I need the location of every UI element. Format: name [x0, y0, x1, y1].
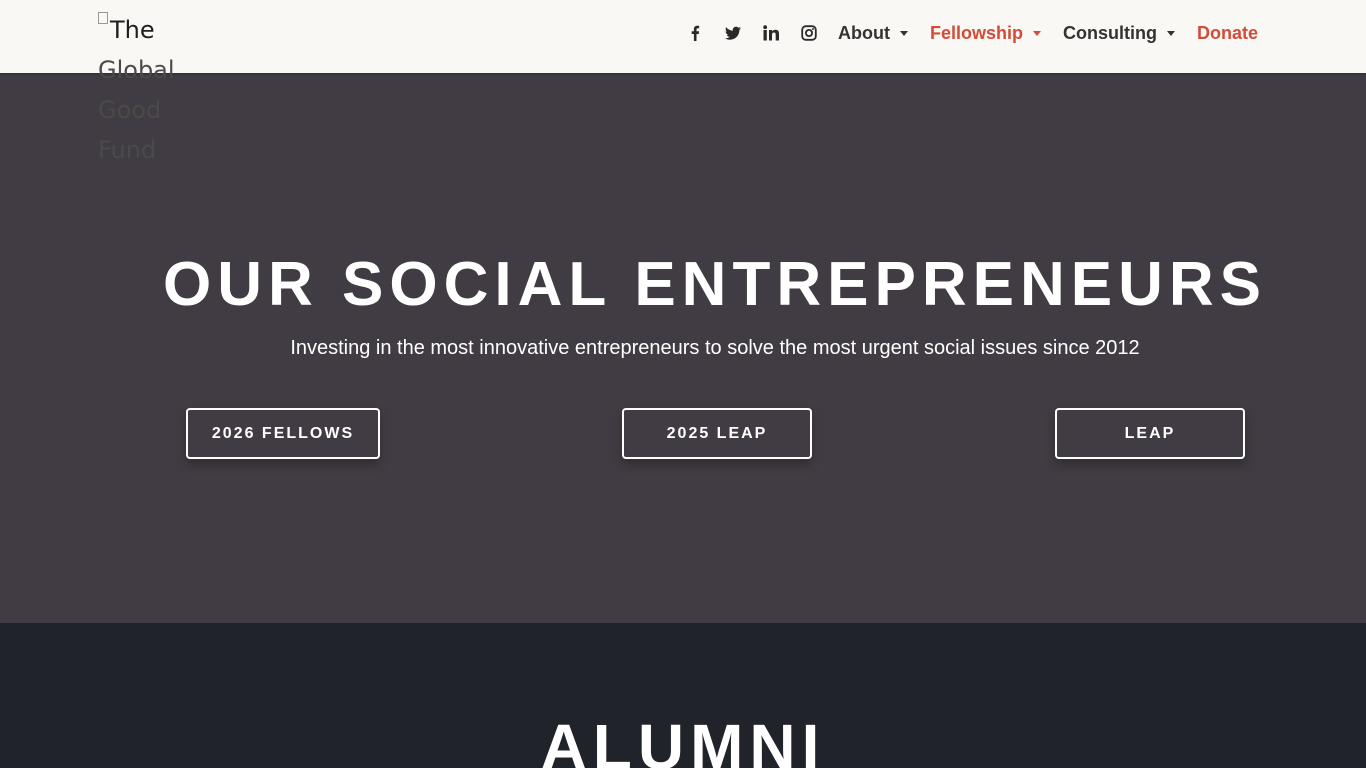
- site-logo[interactable]: The Global Good Fund: [98, 10, 178, 170]
- leap-button[interactable]: LEAP: [1055, 408, 1245, 459]
- hero-section: OUR SOCIAL ENTREPRENEURS Investing in th…: [0, 73, 1366, 623]
- caret-down-icon: [1166, 30, 1175, 36]
- logo-alt-word: Good: [98, 96, 162, 124]
- alumni-title: ALUMNI: [540, 711, 826, 768]
- facebook-icon[interactable]: [676, 21, 714, 45]
- menu-item-label: Donate: [1196, 22, 1258, 43]
- alumni-section: ALUMNI: [0, 623, 1366, 768]
- twitter-icon[interactable]: [714, 21, 752, 45]
- leap-2025-button[interactable]: 2025 LEAP: [622, 408, 812, 459]
- social-links: [676, 21, 828, 45]
- fellows-2026-button[interactable]: 2026 FELLOWS: [186, 408, 380, 459]
- caret-down-icon: [899, 30, 908, 36]
- menu-item-label: About: [838, 22, 890, 43]
- logo-alt-word: The: [110, 16, 155, 44]
- menu-item-about[interactable]: About: [838, 23, 908, 44]
- broken-image-icon: [98, 12, 108, 24]
- menu-item-label: Consulting: [1063, 22, 1157, 43]
- primary-menu: About Fellowship Consulting Donate: [838, 23, 1258, 44]
- menu-item-consulting[interactable]: Consulting: [1063, 23, 1175, 44]
- hero-title: OUR SOCIAL ENTREPRENEURS: [163, 250, 1267, 319]
- menu-item-fellowship[interactable]: Fellowship: [930, 23, 1041, 44]
- hero-subtitle: Investing in the most innovative entrepr…: [290, 337, 1140, 359]
- caret-down-icon: [1033, 30, 1041, 36]
- linkedin-icon[interactable]: [752, 21, 790, 45]
- menu-item-label: Fellowship: [929, 22, 1023, 43]
- instagram-icon[interactable]: [790, 21, 828, 45]
- logo-alt-word: Fund: [98, 136, 157, 164]
- site-header: About Fellowship Consulting Donate: [0, 0, 1366, 73]
- main-nav: About Fellowship Consulting Donate: [676, 0, 1258, 66]
- logo-alt-word: Global: [98, 56, 175, 84]
- menu-item-donate[interactable]: Donate: [1197, 23, 1258, 44]
